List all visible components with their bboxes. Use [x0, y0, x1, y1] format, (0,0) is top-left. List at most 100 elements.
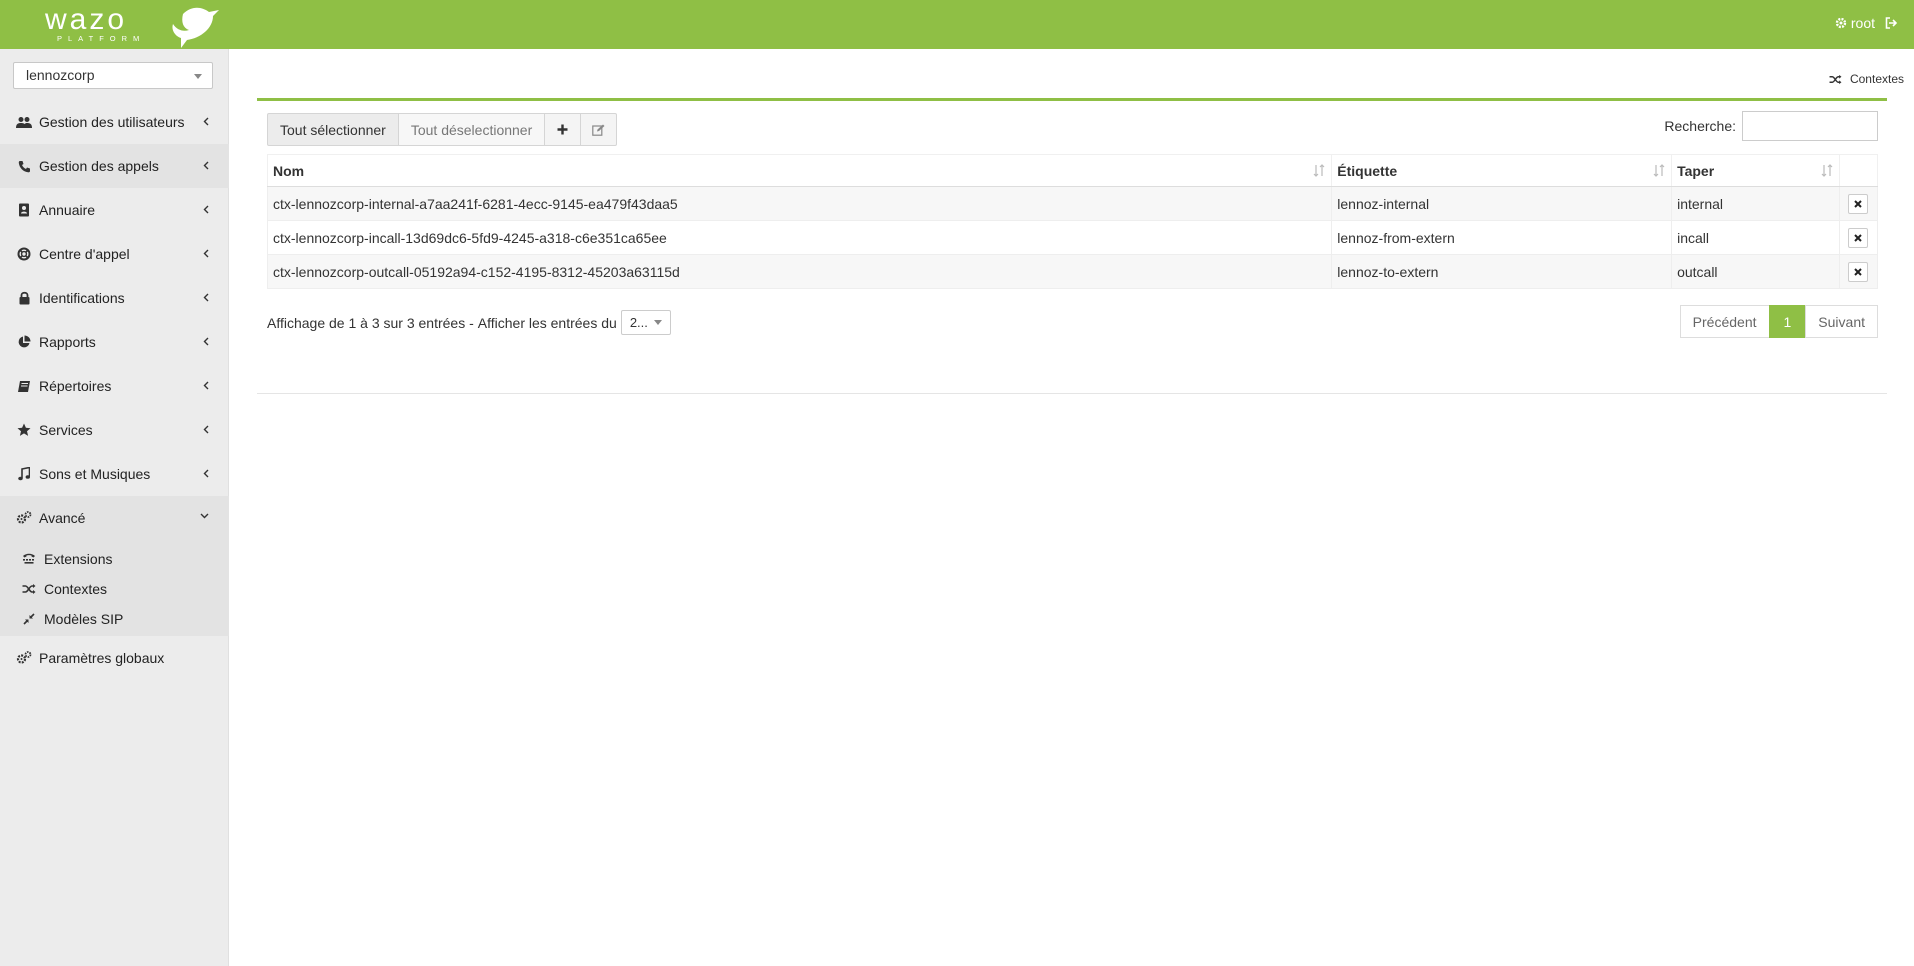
tty-icon — [22, 552, 36, 566]
column-header-label[interactable]: Étiquette — [1331, 154, 1673, 187]
sidebar-item-label: Rapports — [39, 334, 96, 350]
caret-down-icon — [194, 74, 202, 79]
cell-actions — [1838, 220, 1879, 255]
pagination: Précédent 1 Suivant — [1679, 305, 1878, 338]
sidebar-item-calls[interactable]: Gestion des appels — [0, 144, 229, 188]
sidebar-item-global-settings[interactable]: Paramètres globaux — [0, 636, 229, 680]
page-length-select[interactable]: 2... — [620, 310, 671, 335]
sidebar-item-label: Services — [39, 422, 93, 438]
delete-button[interactable] — [1848, 227, 1869, 248]
sort-icon — [1821, 164, 1833, 177]
chevron-left-icon — [203, 205, 209, 214]
sidebar-subitem-extensions[interactable]: Extensions — [0, 544, 229, 574]
sidebar-item-directory[interactable]: Annuaire — [0, 188, 229, 232]
next-page-button[interactable]: Suivant — [1805, 305, 1878, 338]
search-label: Recherche: — [1664, 118, 1736, 134]
entries-info-text: Affichage de 1 à 3 sur 3 entrées - — [267, 314, 474, 331]
sidebar: lennozcorp Gestion des utilisateurs Gest… — [0, 49, 229, 966]
column-header-label: Taper — [1677, 162, 1715, 179]
search-box: Recherche: — [1664, 111, 1878, 141]
music-icon — [16, 466, 32, 482]
delete-button[interactable] — [1848, 261, 1869, 282]
cell-name: ctx-lennozcorp-outcall-05192a94-c152-419… — [266, 254, 1333, 289]
page-length-value: 2... — [629, 315, 648, 330]
user-name: root — [1850, 15, 1875, 31]
cell-label: lennoz-to-extern — [1331, 254, 1673, 289]
bird-logo-icon — [172, 7, 219, 48]
delete-button[interactable] — [1848, 193, 1869, 214]
search-input[interactable] — [1742, 111, 1878, 141]
sidebar-item-label: Centre d'appel — [39, 246, 130, 262]
sidebar-item-services[interactable]: Services — [0, 408, 229, 452]
select-all-button[interactable]: Tout sélectionner — [267, 113, 399, 146]
book-icon — [16, 378, 32, 394]
column-header-label-text: Étiquette — [1337, 162, 1398, 179]
column-header-label: Nom — [273, 162, 305, 179]
sidebar-item-label: Paramètres globaux — [39, 650, 165, 666]
breadcrumb[interactable]: Contextes — [1829, 72, 1904, 86]
cell-label: lennoz-internal — [1331, 186, 1673, 221]
sidebar-item-reports[interactable]: Rapports — [0, 320, 229, 364]
column-header-type[interactable]: Taper — [1671, 154, 1840, 187]
sidebar-item-advanced[interactable]: Avancé — [0, 496, 229, 540]
compress-icon — [22, 612, 36, 626]
sidebar-item-label: Identifications — [39, 290, 125, 306]
page-1-button[interactable]: 1 — [1768, 305, 1807, 338]
sidebar-item-users[interactable]: Gestion des utilisateurs — [0, 100, 229, 144]
sidebar-item-identifications[interactable]: Identifications — [0, 276, 229, 320]
random-icon — [22, 582, 36, 596]
table-header-row: Nom Étiquette Taper — [266, 154, 1879, 187]
address-book-icon — [16, 202, 32, 218]
edit-icon — [592, 124, 605, 136]
sidebar-item-label: Répertoires — [39, 378, 112, 394]
page-length-label: Afficher les entrées du — [477, 314, 617, 331]
sidebar-subitem-label: Modèles SIP — [44, 611, 124, 627]
tenant-select-value: lennozcorp — [26, 67, 95, 83]
deselect-all-button[interactable]: Tout déselectionner — [397, 113, 546, 146]
sidebar-item-label: Gestion des utilisateurs — [39, 114, 185, 130]
logout-icon[interactable] — [1885, 17, 1898, 29]
table-info: Affichage de 1 à 3 sur 3 entrées - Affic… — [267, 310, 671, 335]
random-icon — [1829, 74, 1842, 84]
cell-name: ctx-lennozcorp-incall-13d69dc6-5fd9-4245… — [266, 220, 1333, 255]
close-icon — [1854, 267, 1863, 276]
tenant-select[interactable]: lennozcorp — [13, 62, 213, 89]
cell-label: lennoz-from-extern — [1331, 220, 1673, 255]
previous-page-button[interactable]: Précédent — [1679, 305, 1770, 338]
caret-down-icon — [653, 320, 662, 325]
chevron-left-icon — [203, 293, 209, 302]
sidebar-subitem-sip-templates[interactable]: Modèles SIP — [0, 604, 229, 634]
cogs-icon — [16, 650, 32, 666]
cell-actions — [1838, 186, 1879, 221]
sidebar-item-label: Avancé — [39, 510, 86, 526]
cogs-icon — [16, 510, 32, 526]
sort-icon — [1313, 164, 1325, 177]
advanced-submenu: Extensions Contextes Modèles SIP — [0, 540, 229, 636]
wazo-logo[interactable]: wazo PLATFORM — [45, 3, 219, 48]
logo-word: wazo — [45, 3, 128, 36]
cell-type: outcall — [1671, 254, 1840, 289]
sidebar-item-label: Annuaire — [39, 202, 96, 218]
table-row[interactable]: ctx-lennozcorp-incall-13d69dc6-5fd9-4245… — [266, 220, 1879, 255]
column-header-name[interactable]: Nom — [266, 154, 1333, 187]
edit-button[interactable] — [580, 113, 618, 146]
logo-subtitle: PLATFORM — [57, 34, 146, 43]
star-icon — [16, 422, 32, 438]
top-right-menu: root — [1835, 15, 1898, 31]
chevron-left-icon — [203, 337, 209, 346]
cell-name: ctx-lennozcorp-internal-a7aa241f-6281-4e… — [266, 186, 1333, 221]
sidebar-item-repertoires[interactable]: Répertoires — [0, 364, 229, 408]
sidebar-subitem-contexts[interactable]: Contextes — [0, 574, 229, 604]
table-row[interactable]: ctx-lennozcorp-outcall-05192a94-c152-419… — [266, 254, 1879, 289]
sidebar-item-sounds-music[interactable]: Sons et Musiques — [0, 452, 229, 496]
table-row[interactable]: ctx-lennozcorp-internal-a7aa241f-6281-4e… — [266, 186, 1879, 221]
table-toolbar: Tout sélectionner Tout déselectionner — [267, 113, 618, 146]
sidebar-item-label: Gestion des appels — [39, 158, 159, 174]
user-menu[interactable]: root — [1835, 15, 1875, 31]
users-icon — [16, 114, 32, 130]
sidebar-item-label: Sons et Musiques — [39, 466, 151, 482]
contexts-table: Nom Étiquette Taper ctx-lennozcorp-inter… — [266, 154, 1879, 289]
add-button[interactable] — [544, 113, 582, 146]
sidebar-subitem-label: Extensions — [44, 551, 113, 567]
sidebar-item-call-center[interactable]: Centre d'appel — [0, 232, 229, 276]
